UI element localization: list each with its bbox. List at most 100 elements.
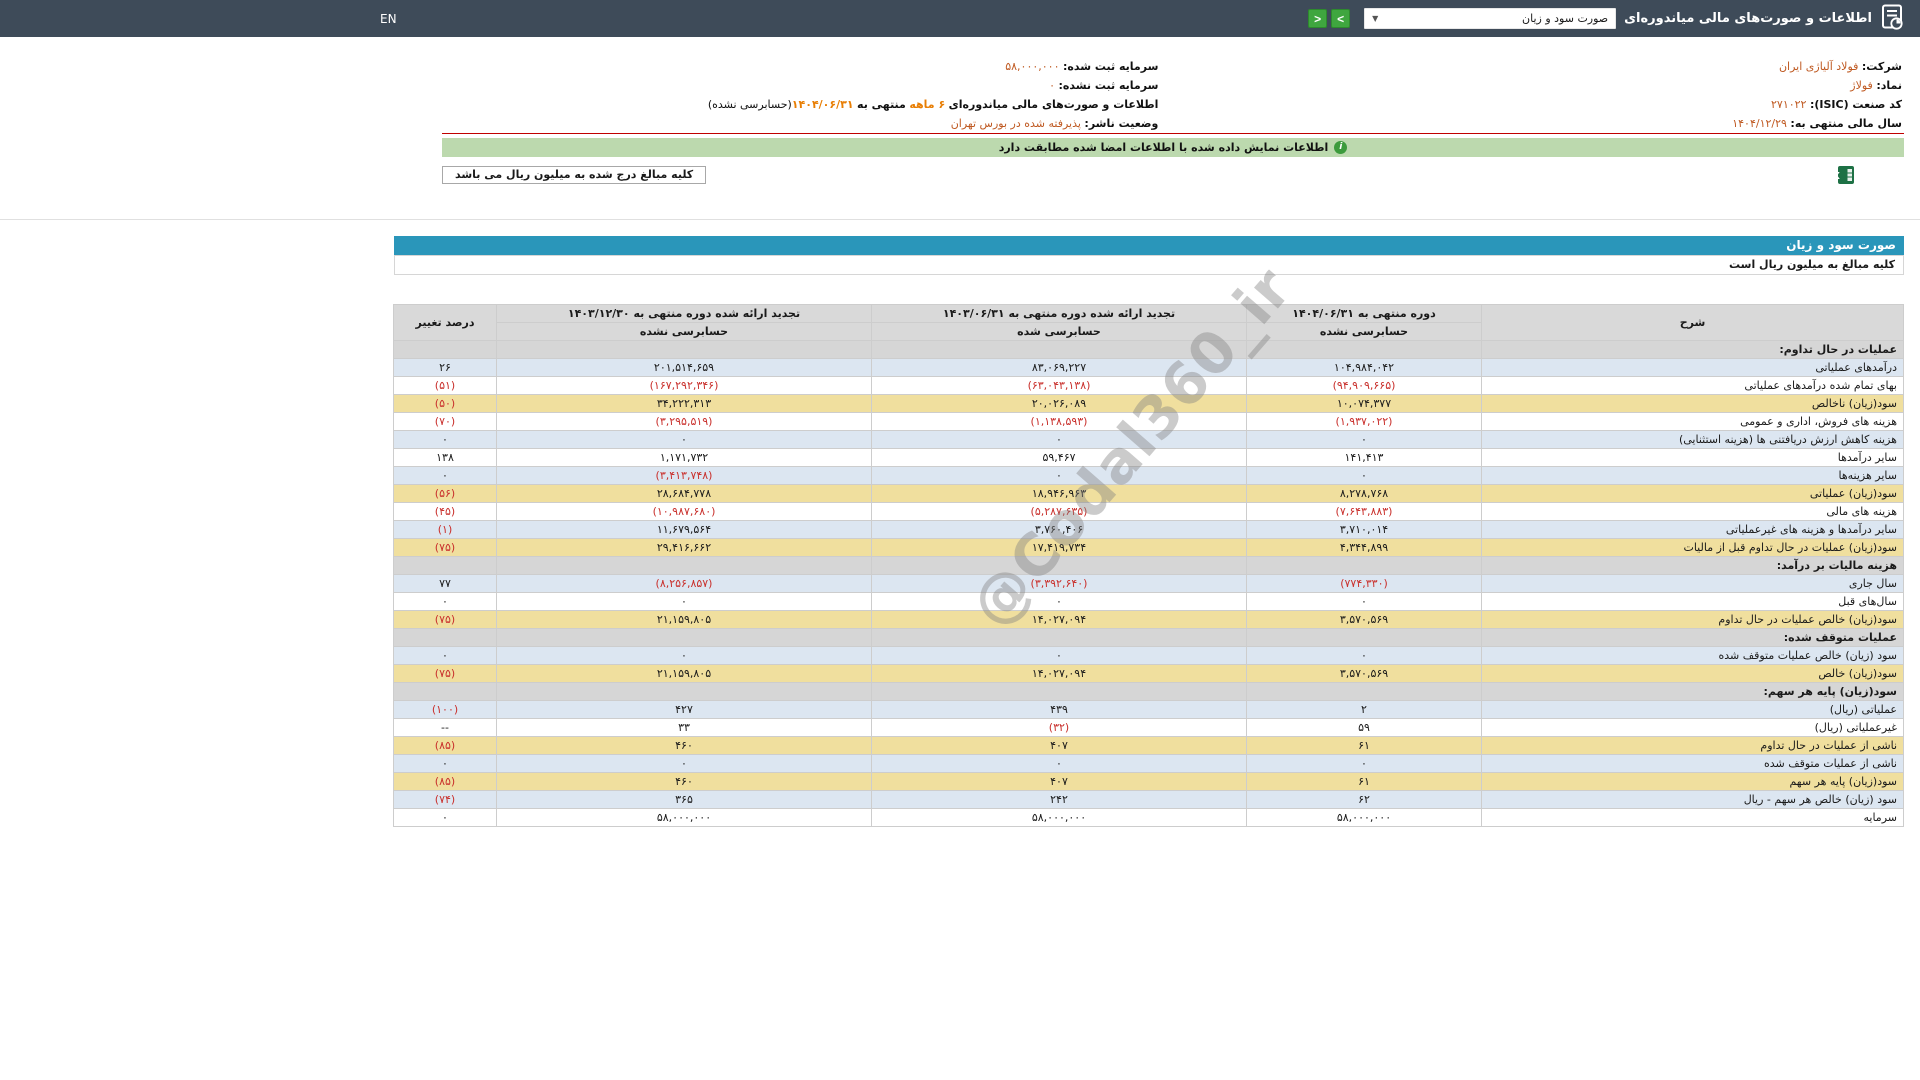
value-cell: ۵۹ [1246, 717, 1482, 737]
statement-row: سود(زیان) خالص ۳,۵۷۰,۵۶۹ ۱۴,۰۲۷,۰۹۴ ۲۱,۱۵۹,… [393, 663, 1904, 683]
row-label: سال جاری [1481, 573, 1904, 593]
statement-title-bar: صورت سود و زیان [394, 235, 1904, 255]
value-cell: ۲۴۲ [871, 789, 1247, 809]
next-report-button[interactable]: > [1331, 9, 1351, 28]
percent-change-cell: (۸۵) [393, 735, 497, 755]
statement-row: سایر درآمدها ۱۴۱,۴۱۳ ۵۹,۴۶۷ ۱,۱۷۱,۷۳۲ ۱۳۸ [393, 447, 1904, 467]
percent-change-cell: (۵۱) [393, 375, 497, 395]
value-cell: ۰ [496, 591, 872, 611]
report-type-select[interactable]: صورت سود و زیان ▼ [1364, 8, 1617, 29]
chevron-down-icon: ▼ [1372, 14, 1379, 23]
period-end-date: ۱۴۰۴/۰۶/۳۱ [791, 98, 854, 111]
value-cell: ۰ [1246, 753, 1482, 773]
value-cell: ۴۳۹ [871, 699, 1247, 719]
symbol-field: نماد: فولاژ [1850, 79, 1902, 92]
statement-row: سال جاری (۷۷۴,۳۳۰) (۳,۳۹۲,۶۴۰) (۸,۲۵۶,۸۵۷) ۷… [393, 573, 1904, 593]
value-cell: ۱۸,۹۴۶,۹۶۳ [871, 483, 1247, 503]
row-label: غیرعملیاتی (ریال) [1481, 717, 1904, 737]
value-cell: ۶۱ [1246, 735, 1482, 755]
language-toggle-en[interactable]: EN [380, 12, 397, 26]
empty-cell [393, 555, 497, 575]
percent-change-cell: (۴۵) [393, 501, 497, 521]
percent-change-cell: ۰ [393, 465, 497, 485]
empty-cell [393, 627, 497, 647]
value-cell: ۰ [871, 591, 1247, 611]
statement-subtitle: کلیه مبالغ به میلیون ریال است [394, 254, 1904, 275]
report-period-field: اطلاعات و صورت‌های مالی میاندوره‌ای ۶ ما… [707, 98, 1159, 111]
company-info-table: شرکت: فولاد آلیاژی ایران سرمایه ثبت شده:… [442, 57, 1904, 134]
report-nav-buttons: > < [1308, 9, 1351, 28]
empty-cell [1246, 339, 1482, 359]
value-cell: ۲۰۱,۵۱۴,۶۵۹ [496, 357, 872, 377]
value-cell: ۰ [496, 753, 872, 773]
statement-row: سود(زیان) ناخالص ۱۰,۰۷۴,۳۷۷ ۲۰,۰۲۶,۰۸۹ ۳۴,۲… [393, 393, 1904, 413]
value-cell: ۱۰,۰۷۴,۳۷۷ [1246, 393, 1482, 413]
section-label: هزینه مالیات بر درآمد: [1481, 555, 1904, 575]
issuer-status-field: وضعیت ناشر: پذیرفته شده در بورس تهران [950, 116, 1159, 130]
row-label: سود(زیان) خالص [1481, 663, 1904, 683]
value-cell: ۱۷,۴۱۹,۷۳۴ [871, 537, 1247, 557]
statement-row: هزینه های فروش، اداری و عمومی (۱,۹۳۷,۰۲۲)… [393, 411, 1904, 431]
value-cell: (۷۷۴,۳۳۰) [1246, 573, 1482, 593]
row-label: ناشی از عملیات در حال تداوم [1481, 735, 1904, 755]
empty-cell [393, 339, 497, 359]
value-cell: (۸,۲۵۶,۸۵۷) [496, 573, 872, 593]
unregistered-capital-field: سرمایه ثبت نشده: ۰ [1049, 79, 1159, 92]
company-info-row: شرکت: فولاد آلیاژی ایران سرمایه ثبت شده:… [442, 57, 1904, 76]
empty-cell [871, 555, 1247, 575]
statement-row: سرمایه ۵۸,۰۰۰,۰۰۰ ۵۸,۰۰۰,۰۰۰ ۵۸,۰۰۰,۰۰۰ ۰ [393, 807, 1904, 827]
value-cell: (۵,۲۸۷,۶۳۵) [871, 501, 1247, 521]
row-label: هزینه کاهش ارزش دریافتنی ها (هزینه استثن… [1481, 429, 1904, 449]
statement-row: هزینه های مالی (۷,۶۴۳,۸۸۳) (۵,۲۸۷,۶۳۵) (۱۰,… [393, 501, 1904, 521]
previous-report-button[interactable]: < [1308, 9, 1328, 28]
percent-change-cell: ۰ [393, 807, 497, 827]
value-cell: (۷,۶۴۳,۸۸۳) [1246, 501, 1482, 521]
statement-row: غیرعملیاتی (ریال) ۵۹ (۳۲) ۳۳ -- [393, 717, 1904, 737]
value-cell: ۸,۲۷۸,۷۶۸ [1246, 483, 1482, 503]
row-label: ناشی از عملیات متوقف شده [1481, 753, 1904, 773]
company-value: فولاد آلیاژی ایران [1778, 60, 1859, 73]
value-cell: ۵۸,۰۰۰,۰۰۰ [496, 807, 872, 827]
value-cell: ۶۱ [1246, 771, 1482, 791]
value-cell: ۳,۷۶۰,۴۰۶ [871, 519, 1247, 539]
empty-cell [871, 339, 1247, 359]
income-statement-table: شرح دوره منتهی به ۱۴۰۴/۰۶/۳۱ تجدید ارائه… [393, 303, 1904, 827]
value-cell: ۰ [871, 753, 1247, 773]
excel-export-icon[interactable]: X [1838, 165, 1854, 184]
value-cell: ۴۰۷ [871, 735, 1247, 755]
row-label: سایر هزینه‌ها [1481, 465, 1904, 485]
percent-change-cell: (۱) [393, 519, 497, 539]
value-cell: (۱۶۷,۲۹۲,۳۴۶) [496, 375, 872, 395]
percent-change-cell: (۷۵) [393, 609, 497, 629]
percent-change-cell: (۱۰۰) [393, 699, 497, 719]
svg-text:X: X [1838, 171, 1840, 182]
percent-change-cell: (۷۴) [393, 789, 497, 809]
statement-row: سود(زیان) عملیاتی ۸,۲۷۸,۷۶۸ ۱۸,۹۴۶,۹۶۳ ۲۸,۶… [393, 483, 1904, 503]
value-cell: ۰ [1246, 645, 1482, 665]
percent-change-cell: ۷۷ [393, 573, 497, 593]
value-cell: ۰ [871, 429, 1247, 449]
row-label: سال‌های قبل [1481, 591, 1904, 611]
company-info-row: سال مالی منتهی به: ۱۴۰۴/۱۲/۲۹ وضعیت ناشر… [442, 114, 1904, 133]
value-cell: ۳,۵۷۰,۵۶۹ [1246, 609, 1482, 629]
codal-logo-icon[interactable] [1880, 4, 1904, 34]
company-label: شرکت: [1861, 60, 1902, 73]
statement-row: بهای تمام شده درآمدهای عملیاتی (۹۴,۹۰۹,۶۶… [393, 375, 1904, 395]
value-cell: (۱,۹۳۷,۰۲۲) [1246, 411, 1482, 431]
row-label: سود (زیان) خالص عملیات متوقف شده [1481, 645, 1904, 665]
percent-change-cell: (۵۰) [393, 393, 497, 413]
percent-change-cell: ۰ [393, 591, 497, 611]
percent-change-cell: -- [393, 717, 497, 737]
percent-change-cell: ۰ [393, 429, 497, 449]
row-label: سرمایه [1481, 807, 1904, 827]
page-title: اطلاعات و صورت‌های مالی میاندوره‌ای [1624, 11, 1872, 26]
value-cell: ۴۲۷ [496, 699, 872, 719]
value-cell: ۰ [1246, 465, 1482, 485]
value-cell: ۰ [496, 645, 872, 665]
value-cell: (۳,۴۱۳,۷۴۸) [496, 465, 872, 485]
value-cell: ۵۹,۴۶۷ [871, 447, 1247, 467]
empty-cell [496, 339, 872, 359]
percent-change-cell: ۰ [393, 645, 497, 665]
row-label: بهای تمام شده درآمدهای عملیاتی [1481, 375, 1904, 395]
registered-capital-field: سرمایه ثبت شده: ۵۸,۰۰۰,۰۰۰ [1005, 60, 1159, 73]
